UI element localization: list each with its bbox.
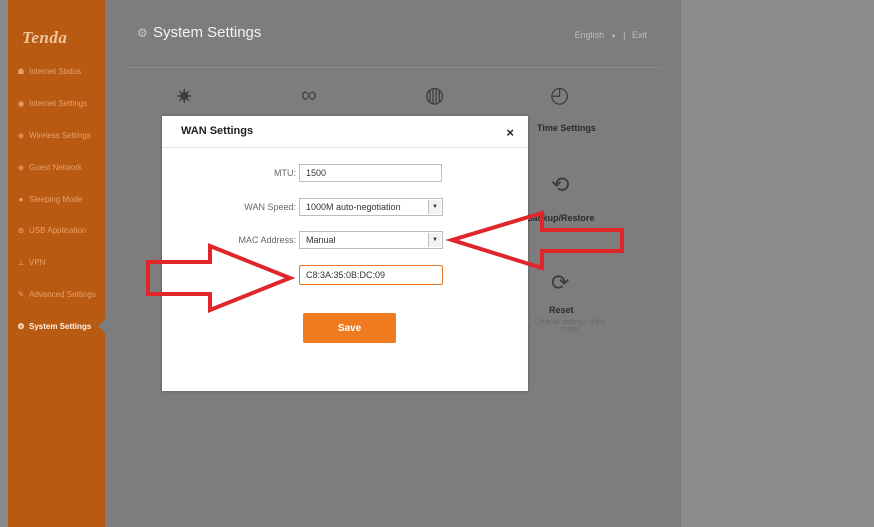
annotation-arrow-right: [445, 210, 624, 271]
